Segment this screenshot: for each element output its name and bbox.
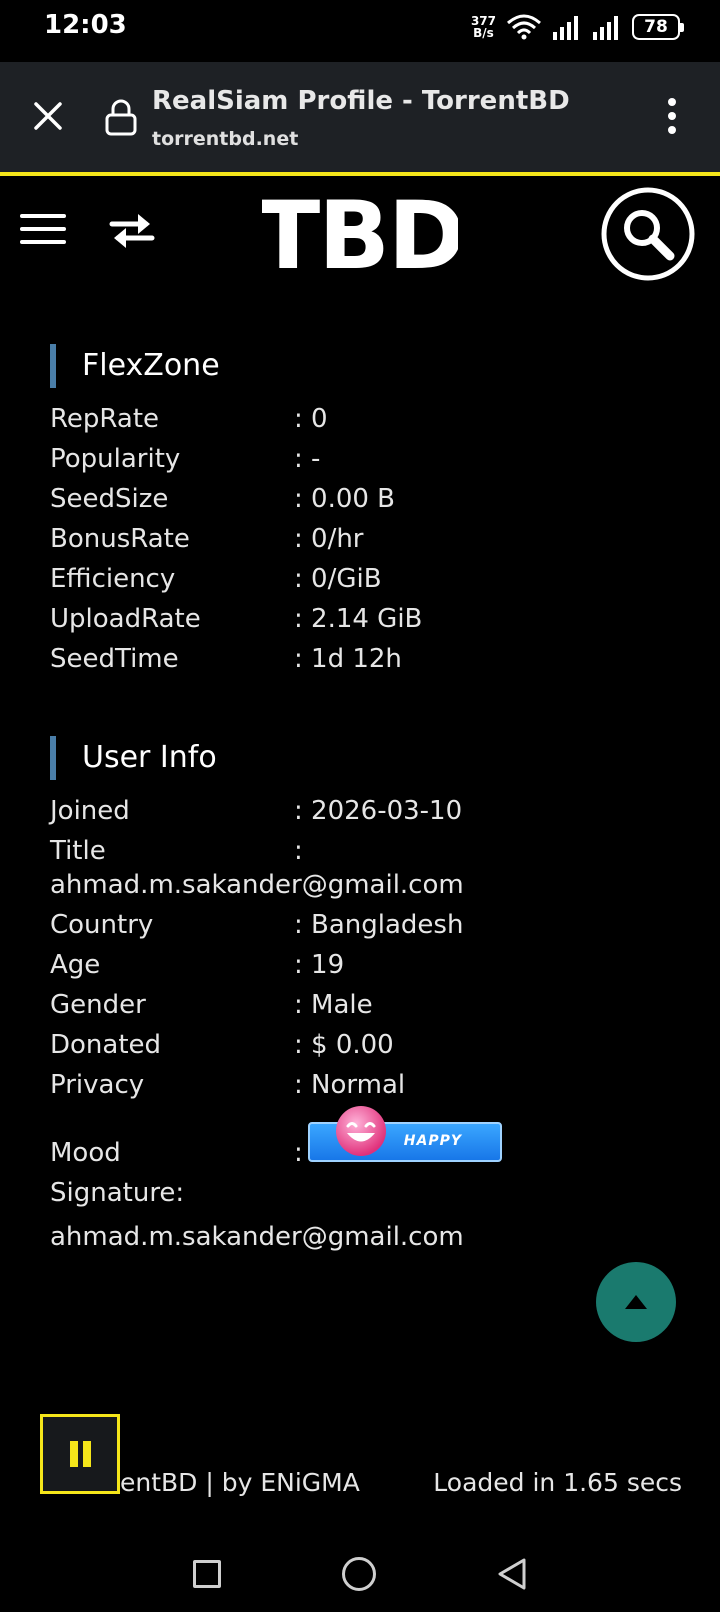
row-value: : 0/GiB (294, 564, 382, 594)
battery-icon: 78 (632, 14, 684, 40)
signature-label: Signature: (50, 1178, 185, 1208)
flexzone-row: BonusRate : 0/hr (50, 524, 364, 554)
row-value: : Male (294, 990, 373, 1020)
row-value: : 2.14 GiB (294, 604, 423, 634)
user-info-row: Gender : Male (50, 990, 373, 1020)
row-value: : $ 0.00 (294, 1030, 394, 1060)
row-value: : 19 (294, 950, 345, 980)
row-label: Efficiency (50, 564, 176, 594)
svg-text:TBD: TBD (262, 186, 458, 278)
row-label: Donated (50, 1030, 162, 1060)
footer-credit: entBD | by ENiGMA (120, 1468, 360, 1497)
user-info-heading: User Info (50, 736, 217, 780)
flexzone-row: SeedTime : 1d 12h (50, 644, 402, 674)
row-value: : - (294, 444, 321, 474)
system-nav-bar (0, 1530, 720, 1612)
signature-value: ahmad.m.sakander@gmail.com (50, 1222, 464, 1252)
row-label: Title (50, 836, 106, 866)
row-label: Popularity (50, 444, 181, 474)
row-label: RepRate (50, 404, 160, 434)
pause-icon (69, 1441, 78, 1467)
scroll-to-top-button[interactable] (596, 1262, 676, 1342)
more-options-icon[interactable] (666, 96, 678, 136)
flexzone-heading: FlexZone (50, 344, 220, 388)
status-bar: 12:03 377 B/s 78 (0, 0, 720, 62)
row-value: : 1d 12h (294, 644, 402, 674)
close-icon[interactable] (28, 96, 68, 136)
browser-toolbar: RealSiam Profile - TorrentBD torrentbd.n… (0, 62, 720, 172)
user-info-row: Title: (50, 836, 303, 866)
user-info-row: Donated : $ 0.00 (50, 1030, 394, 1060)
row-label: Gender (50, 990, 146, 1020)
toolbar-divider (0, 172, 720, 176)
user-info-row: Joined : 2026-03-10 (50, 796, 462, 826)
wifi-icon (507, 14, 541, 40)
user-info-row: Mood: (50, 1138, 303, 1168)
smiley-icon (336, 1106, 386, 1156)
row-label: Age (50, 950, 101, 980)
page-url[interactable]: torrentbd.net (152, 128, 298, 150)
flexzone-row: UploadRate : 2.14 GiB (50, 604, 422, 634)
back-icon[interactable] (494, 1556, 530, 1592)
flexzone-row: SeedSize : 0.00 B (50, 484, 395, 514)
status-indicators: 377 B/s 78 (471, 12, 684, 42)
title-value: ahmad.m.sakander@gmail.com (50, 870, 464, 900)
row-value: : 2026-03-10 (294, 796, 463, 826)
row-label: UploadRate (50, 604, 201, 634)
flexzone-row: RepRate : 0 (50, 404, 328, 434)
site-logo[interactable]: TBD (262, 186, 458, 278)
lock-icon[interactable] (104, 98, 138, 136)
pause-button[interactable] (40, 1414, 120, 1494)
row-label: Country (50, 910, 154, 940)
row-label: SeedSize (50, 484, 169, 514)
row-value: : Bangladesh (294, 910, 464, 940)
row-value: : 0/hr (294, 524, 364, 554)
row-label: BonusRate (50, 524, 190, 554)
footer-load-time: Loaded in 1.65 secs (433, 1468, 682, 1497)
signal-icon-1 (553, 16, 578, 40)
user-info-row: Age : 19 (50, 950, 344, 980)
menu-icon[interactable] (20, 212, 68, 248)
page-title: RealSiam Profile - TorrentBD (152, 86, 570, 116)
user-info-row: Privacy : Normal (50, 1070, 405, 1100)
user-info-row: Country : Bangladesh (50, 910, 463, 940)
row-value: : Normal (294, 1070, 406, 1100)
arrow-up-icon (625, 1295, 647, 1309)
row-label: Joined (50, 796, 130, 826)
status-time: 12:03 (44, 10, 127, 40)
network-speed-unit: B/s (473, 26, 494, 40)
swap-icon[interactable] (108, 208, 156, 252)
row-value: : (294, 1138, 303, 1168)
row-label: Mood (50, 1138, 121, 1168)
recents-icon[interactable] (193, 1560, 221, 1588)
network-speed: 377 B/s (471, 15, 496, 39)
pause-icon (82, 1441, 91, 1467)
row-value: : (294, 836, 303, 866)
flexzone-row: Popularity : - (50, 444, 320, 474)
flexzone-row: Efficiency : 0/GiB (50, 564, 382, 594)
row-label: Privacy (50, 1070, 145, 1100)
mood-badge-text: HAPPY (403, 1133, 462, 1149)
row-value: : 0 (294, 404, 328, 434)
row-value: : 0.00 B (294, 484, 396, 514)
search-icon[interactable] (600, 186, 696, 282)
row-label: SeedTime (50, 644, 179, 674)
home-icon[interactable] (342, 1557, 376, 1591)
signal-icon-2 (593, 16, 618, 40)
